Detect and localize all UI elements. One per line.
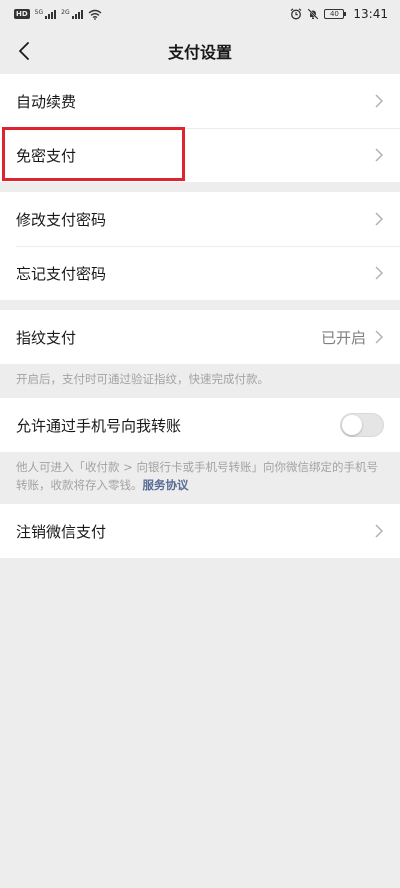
forgot-password-item[interactable]: 忘记支付密码 [0, 246, 400, 300]
chevron-right-icon [375, 148, 384, 162]
back-icon[interactable] [10, 37, 38, 65]
fingerprint-pay-label: 指纹支付 [16, 328, 77, 347]
chevron-right-icon [375, 524, 384, 538]
phone-transfer-item: 允许通过手机号向我转账 [0, 398, 400, 452]
group-deregister: 注销微信支付 [0, 504, 400, 558]
alarm-icon [291, 8, 302, 20]
clock: 13:41 [353, 7, 388, 21]
chevron-right-icon [375, 94, 384, 108]
group-renew: 自动续费 免密支付 [0, 74, 400, 182]
chevron-right-icon [375, 266, 384, 280]
change-password-item[interactable]: 修改支付密码 [0, 192, 400, 246]
nav-bar: 支付设置 [0, 28, 400, 74]
fingerprint-note: 开启后，支付时可通过验证指纹，快速完成付款。 [16, 372, 269, 386]
network-type-2: 2G [61, 9, 70, 16]
hd-badge: HD [14, 9, 30, 19]
battery-level: 40 [329, 10, 339, 18]
status-bar: HD 5G 2G 40 13:41 [0, 0, 400, 28]
deregister-label: 注销微信支付 [16, 522, 107, 541]
chevron-right-icon [375, 212, 384, 226]
phone-transfer-toggle[interactable] [340, 413, 384, 437]
status-left: HD 5G 2G [14, 9, 102, 20]
service-agreement-link[interactable]: 服务协议 [143, 478, 189, 492]
toggle-knob [342, 415, 362, 435]
group-transfer: 允许通过手机号向我转账 [0, 398, 400, 452]
mute-bell-icon [307, 8, 320, 20]
forgot-password-label: 忘记支付密码 [16, 264, 107, 283]
fingerprint-status: 已开启 [320, 328, 366, 347]
group-fingerprint: 指纹支付 已开启 [0, 310, 400, 364]
password-free-item[interactable]: 免密支付 [0, 128, 400, 182]
page-title: 支付设置 [167, 43, 232, 62]
network-type-1: 5G [34, 9, 44, 16]
phone-transfer-note: 他人可进入「收付款 > 向银行卡或手机号转账」向你微信绑定的手机号转账，收款将存… [0, 452, 400, 504]
status-right: 40 13:41 [290, 7, 388, 21]
phone-transfer-note-text: 他人可进入「收付款 > 向银行卡或手机号转账」向你微信绑定的手机号转账，收款将存… [16, 460, 378, 492]
auto-renew-label: 自动续费 [16, 92, 77, 111]
signal-icon-2: 2G [61, 9, 83, 19]
phone-transfer-label: 允许通过手机号向我转账 [16, 416, 182, 435]
fingerprint-pay-item[interactable]: 指纹支付 已开启 [0, 310, 400, 364]
group-password: 修改支付密码 忘记支付密码 [0, 192, 400, 300]
auto-renew-item[interactable]: 自动续费 [0, 74, 400, 128]
password-free-label: 免密支付 [16, 146, 77, 165]
signal-icon: 5G [34, 9, 57, 19]
wifi-icon [88, 9, 102, 20]
fingerprint-pay-right: 已开启 [321, 327, 384, 348]
deregister-item[interactable]: 注销微信支付 [0, 504, 400, 558]
chevron-right-icon [375, 330, 384, 344]
battery-icon: 40 [324, 9, 347, 19]
change-password-label: 修改支付密码 [16, 210, 107, 229]
